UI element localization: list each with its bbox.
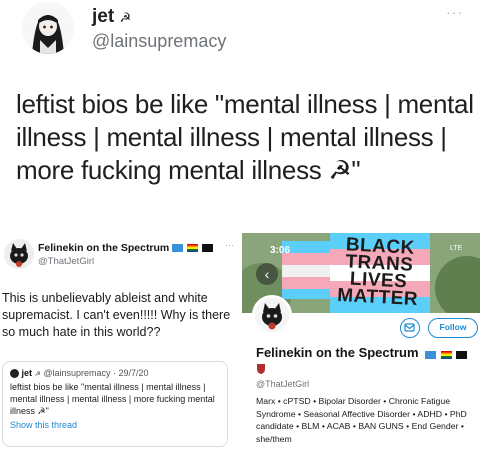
back-arrow-icon[interactable]: ‹	[256, 263, 278, 285]
more-dots-icon[interactable]: ···	[225, 240, 234, 250]
show-thread-link[interactable]: Show this thread	[10, 420, 220, 430]
follow-button[interactable]: Follow	[428, 318, 478, 338]
profile-screenshot: 3:06 LTE ‹ BLACK TRANS LIVES MATTER Foll…	[242, 225, 480, 451]
user-handle: @ThatJetGirl	[256, 379, 310, 389]
un-flag-icon	[425, 350, 437, 359]
reply-tweet-screenshot: Felinekin on the Spectrum @ThatJetGirl ·…	[0, 225, 240, 451]
avatar[interactable]	[4, 239, 34, 269]
more-dots-icon[interactable]: ···	[446, 4, 463, 20]
display-name: Felinekin on the Spectrum	[256, 345, 468, 361]
user-handle[interactable]: @lainsupremacy	[92, 31, 226, 52]
avatar	[10, 369, 19, 379]
quoted-tweet-card[interactable]: jet ☭ @lainsupremacy · 29/7/20 leftist b…	[2, 361, 228, 447]
hammer-sickle-icon: ☭	[119, 10, 132, 25]
quoted-date: · 29/7/20	[113, 368, 149, 378]
rainbow-flag-icon	[187, 244, 199, 253]
main-tweet: jet ☭ @lainsupremacy ··· leftist bios be…	[0, 0, 480, 222]
rainbow-flag-icon	[440, 350, 452, 359]
black-flag-icon	[456, 350, 468, 359]
tweet-text: This is unbelievably ableist and white s…	[2, 291, 231, 339]
status-time: 3:06	[270, 245, 291, 256]
display-name[interactable]: jet ☭	[92, 6, 131, 28]
message-icon[interactable]	[400, 318, 420, 338]
display-name[interactable]: Felinekin on the Spectrum	[38, 242, 214, 254]
protest-sign: BLACK TRANS LIVES MATTER	[332, 234, 425, 311]
quoted-handle: @lainsupremacy	[43, 368, 111, 378]
avatar[interactable]	[252, 295, 292, 335]
emblem-icon	[256, 362, 266, 374]
flag-icons	[425, 346, 468, 361]
display-name-text: Felinekin on the Spectrum	[256, 345, 419, 360]
quoted-tweet-text: leftist bios be like "mental illness | m…	[10, 382, 215, 417]
display-name-text: Felinekin on the Spectrum	[38, 242, 170, 254]
flag-icons	[172, 242, 214, 254]
avatar[interactable]	[22, 2, 74, 54]
sign-line: MATTER	[336, 284, 419, 311]
quoted-name: jet	[21, 368, 33, 378]
tweet-text: leftist bios be like "mental illness | m…	[16, 89, 474, 185]
quoted-tweet-header: jet ☭ @lainsupremacy · 29/7/20	[10, 368, 220, 379]
hammer-sickle-icon: ☭	[34, 371, 41, 378]
status-network: LTE	[450, 245, 463, 252]
user-handle[interactable]: @ThatJetGirl	[38, 256, 94, 267]
black-flag-icon	[202, 244, 214, 253]
un-flag-icon	[172, 244, 184, 253]
profile-bio: Marx • cPTSD • Bipolar Disorder • Chroni…	[256, 396, 467, 444]
display-name-text: jet	[92, 6, 115, 27]
